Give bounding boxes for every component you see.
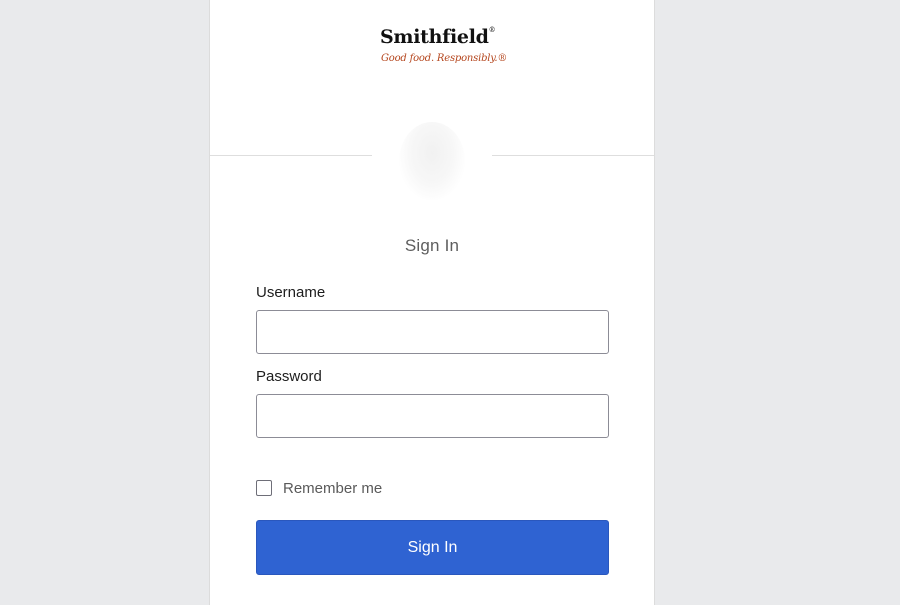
avatar	[372, 118, 492, 204]
password-label: Password	[256, 368, 322, 385]
login-page: Smithfield® Good food. Responsibly.® Sig…	[0, 0, 900, 605]
password-field[interactable]	[256, 394, 609, 438]
remember-me-option[interactable]: Remember me	[256, 479, 382, 497]
smithfield-logo: Smithfield® Good food. Responsibly.®	[380, 26, 507, 72]
sign-in-card: Smithfield® Good food. Responsibly.® Sig…	[209, 0, 655, 605]
user-avatar-icon	[399, 122, 465, 200]
page-title: Sign In	[404, 236, 460, 255]
logo-wordmark: Smithfield®	[380, 26, 496, 48]
username-label: Username	[256, 284, 326, 301]
sign-in-button[interactable]: Sign In	[256, 520, 609, 575]
logo-tagline: Good food. Responsibly.®	[381, 53, 508, 64]
remember-me-label[interactable]: Remember me	[283, 480, 382, 497]
remember-me-checkbox[interactable]	[256, 480, 272, 496]
username-field[interactable]	[256, 310, 609, 354]
